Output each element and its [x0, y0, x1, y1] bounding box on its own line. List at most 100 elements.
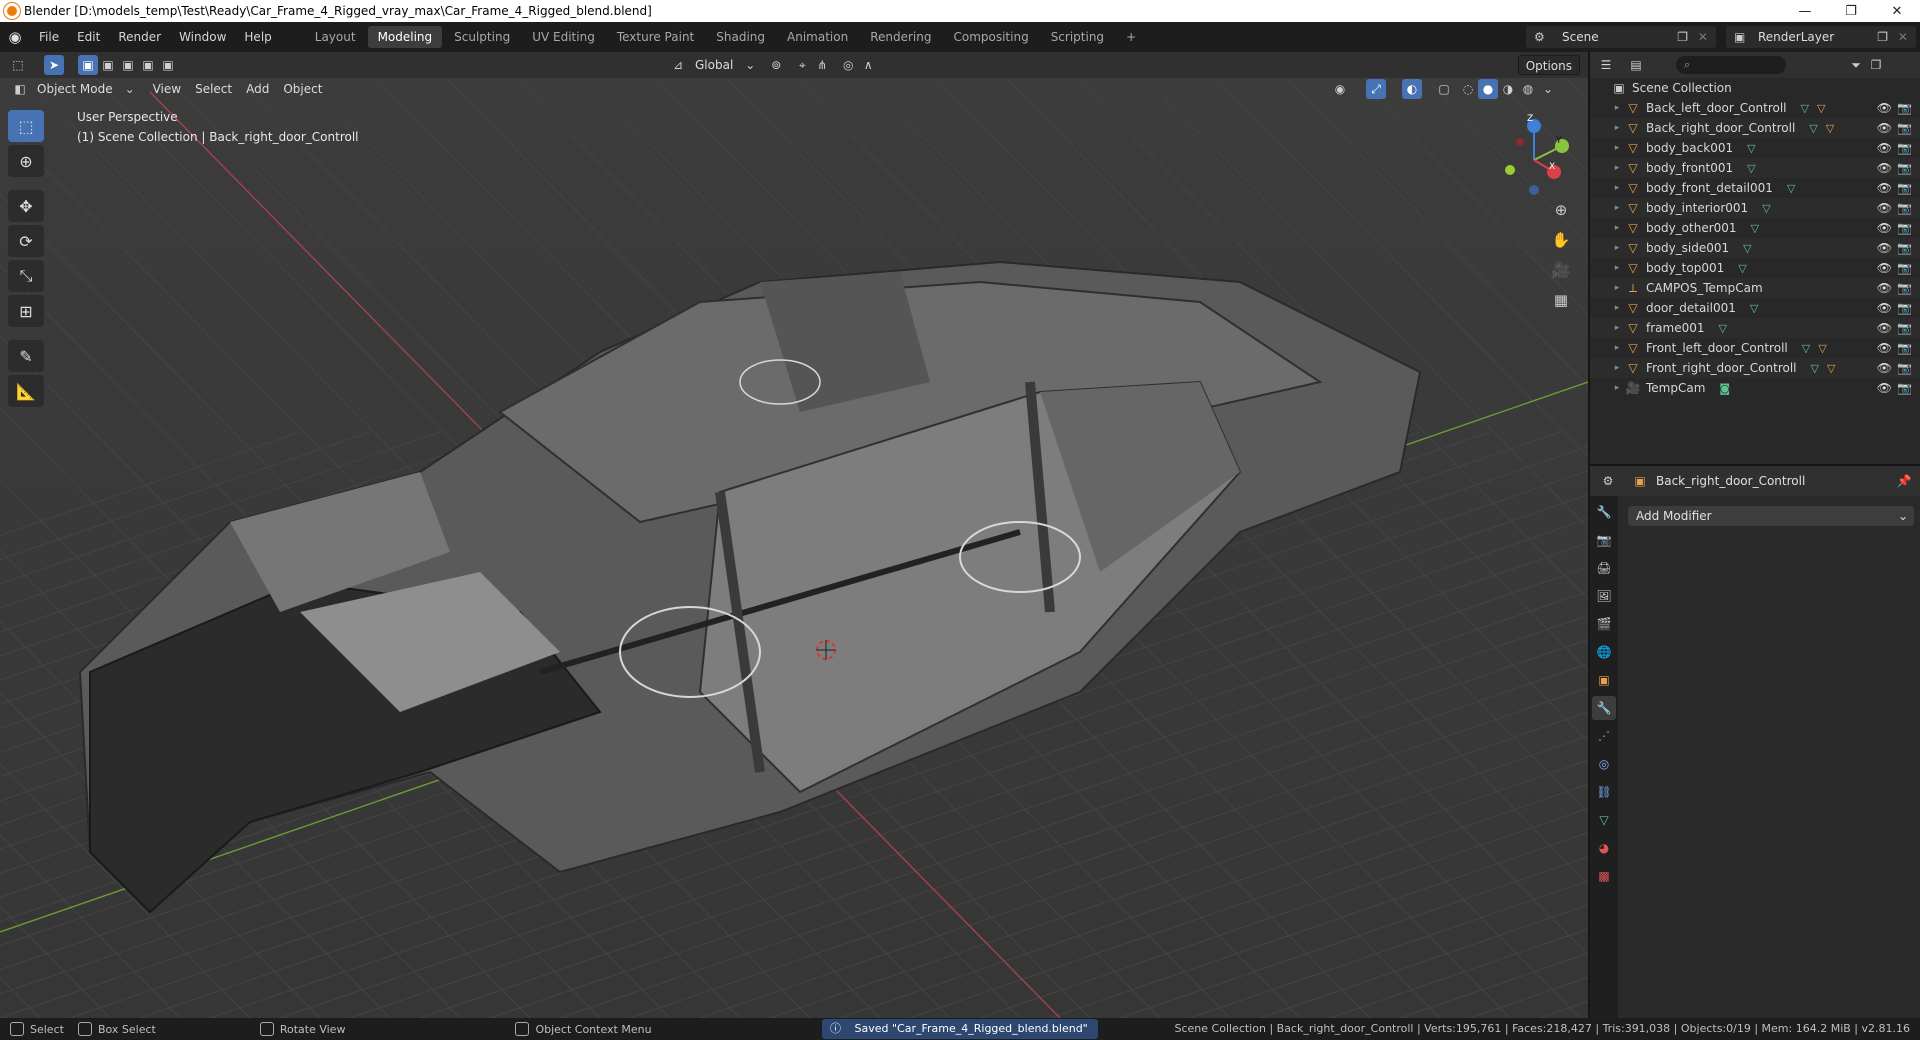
render-visibility-icon[interactable]: 📷 [1897, 301, 1912, 315]
outliner-item[interactable]: ▸ ▽ Back_right_door_Controll ▽ ▽ 👁 📷 [1590, 118, 1920, 138]
tab-texture-paint[interactable]: Texture Paint [607, 26, 704, 48]
render-visibility-icon[interactable]: 📷 [1897, 201, 1912, 215]
tab-animation[interactable]: Animation [777, 26, 858, 48]
expand-arrow-icon[interactable]: ▸ [1610, 123, 1624, 133]
snap-icon[interactable]: ⌖ [792, 55, 812, 75]
select-mode-icon[interactable]: ➤ [44, 55, 64, 75]
measure-tool[interactable]: 📐 [8, 375, 44, 407]
outliner-item[interactable]: ▸ 🎥 TempCam ◙ 👁 📷 [1590, 378, 1920, 398]
expand-arrow-icon[interactable]: ▸ [1610, 263, 1624, 273]
select-extend-icon[interactable]: ▣ [98, 55, 118, 75]
gizmo-toggle-icon[interactable]: ⤢ [1366, 79, 1386, 99]
expand-arrow-icon[interactable]: ▸ [1610, 363, 1624, 373]
annotate-tool[interactable]: ✎ [8, 340, 44, 372]
menu-window[interactable]: Window [170, 22, 235, 52]
outliner-item[interactable]: ▸ ▽ Back_left_door_Controll ▽ ▽ 👁 📷 [1590, 98, 1920, 118]
snap-target-icon[interactable]: ⋔ [812, 55, 832, 75]
outliner-item[interactable]: ▸ ▽ body_front001 ▽ 👁 📷 [1590, 158, 1920, 178]
visibility-eye-icon[interactable]: 👁 [1877, 181, 1892, 195]
visibility-eye-icon[interactable]: 👁 [1877, 161, 1892, 175]
rotate-tool[interactable]: ⟳ [8, 225, 44, 257]
expand-arrow-icon[interactable]: ▸ [1610, 163, 1624, 173]
visibility-eye-icon[interactable]: 👁 [1877, 341, 1892, 355]
xray-toggle-icon[interactable]: ▢ [1434, 79, 1454, 99]
select-subtract-icon[interactable]: ▣ [118, 55, 138, 75]
expand-arrow-icon[interactable]: ▸ [1610, 343, 1624, 353]
outliner-item[interactable]: ▸ ▽ Front_left_door_Controll ▽ ▽ 👁 📷 [1590, 338, 1920, 358]
tab-uv-editing[interactable]: UV Editing [522, 26, 605, 48]
mesh-data-icon[interactable]: ▽ [1801, 102, 1809, 115]
delete-render-layer-icon[interactable]: ✕ [1898, 30, 1908, 44]
armature-data-icon[interactable]: ▽ [1826, 122, 1834, 135]
mesh-data-icon[interactable]: ▽ [1762, 202, 1770, 215]
render-layer-selector[interactable]: ▣ RenderLayer ❐ ✕ [1726, 26, 1916, 48]
output-tab-icon[interactable]: 🖨 [1592, 556, 1616, 580]
visibility-eye-icon[interactable]: 👁 [1877, 201, 1892, 215]
options-dropdown[interactable]: Options [1517, 55, 1580, 75]
render-tab-icon[interactable]: 📷 [1592, 528, 1616, 552]
wireframe-shading-icon[interactable]: ◌ [1458, 79, 1478, 99]
3d-cursor[interactable] [816, 640, 836, 660]
render-visibility-icon[interactable]: 📷 [1897, 341, 1912, 355]
new-render-layer-icon[interactable]: ❐ [1877, 30, 1888, 44]
expand-arrow-icon[interactable]: ▸ [1610, 383, 1624, 393]
expand-arrow-icon[interactable]: ▸ [1610, 223, 1624, 233]
tab-scripting[interactable]: Scripting [1041, 26, 1114, 48]
material-tab-icon[interactable]: ◕ [1592, 836, 1616, 860]
tab-sculpting[interactable]: Sculpting [444, 26, 520, 48]
add-workspace-button[interactable]: + [1116, 26, 1146, 48]
particles-tab-icon[interactable]: ⋰ [1592, 724, 1616, 748]
pan-hand-icon[interactable]: ✋ [1547, 226, 1575, 254]
mesh-data-icon[interactable]: ▽ [1802, 342, 1810, 355]
visibility-eye-icon[interactable]: 👁 [1877, 121, 1892, 135]
select-box-tool[interactable]: ⬚ [8, 110, 44, 142]
visibility-filter-icon[interactable]: ◉ [1330, 79, 1350, 99]
tab-rendering[interactable]: Rendering [860, 26, 941, 48]
visibility-eye-icon[interactable]: 👁 [1877, 361, 1892, 375]
menu-edit[interactable]: Edit [68, 22, 109, 52]
outliner-item-label[interactable]: body_top001 [1646, 261, 1724, 275]
visibility-eye-icon[interactable]: 👁 [1877, 301, 1892, 315]
add-modifier-dropdown[interactable]: Add Modifier ⌄ [1628, 506, 1914, 526]
render-visibility-icon[interactable]: 📷 [1897, 121, 1912, 135]
mesh-data-icon[interactable]: ▽ [1719, 322, 1727, 335]
shading-options-icon[interactable]: ⌄ [1538, 79, 1558, 99]
scene-tab-icon[interactable]: 🎬 [1592, 612, 1616, 636]
overlay-toggle-icon[interactable]: ◐ [1402, 79, 1422, 99]
outliner-item[interactable]: ▸ ▽ body_top001 ▽ 👁 📷 [1590, 258, 1920, 278]
rendered-shading-icon[interactable]: ◍ [1518, 79, 1538, 99]
visibility-eye-icon[interactable]: 👁 [1877, 321, 1892, 335]
outliner-item-label[interactable]: CAMPOS_TempCam [1646, 281, 1763, 295]
outliner-item[interactable]: ▸ ▽ body_back001 ▽ 👁 📷 [1590, 138, 1920, 158]
texture-tab-icon[interactable]: ▩ [1592, 864, 1616, 888]
mesh-data-icon[interactable]: ▽ [1809, 122, 1817, 135]
tab-compositing[interactable]: Compositing [943, 26, 1038, 48]
scene-selector[interactable]: ⚙ Scene ❐ ✕ [1526, 26, 1716, 48]
constraints-tab-icon[interactable]: ⛓ [1592, 780, 1616, 804]
camera-view-icon[interactable]: 🎥 [1547, 256, 1575, 284]
tab-modeling[interactable]: Modeling [367, 26, 443, 48]
outliner-item-label[interactable]: frame001 [1646, 321, 1705, 335]
menu-help[interactable]: Help [235, 22, 280, 52]
menu-file[interactable]: File [30, 22, 68, 52]
mesh-data-icon[interactable]: ▽ [1743, 242, 1751, 255]
select-intersect-icon[interactable]: ▣ [158, 55, 178, 75]
pivot-point-icon[interactable]: ⊚ [766, 55, 786, 75]
modifier-tab-icon[interactable]: 🔧 [1592, 696, 1616, 720]
render-visibility-icon[interactable]: 📷 [1897, 181, 1912, 195]
expand-arrow-icon[interactable]: ▸ [1610, 183, 1624, 193]
outliner-item-label[interactable]: Back_left_door_Controll [1646, 101, 1787, 115]
editor-type-icon[interactable]: ⬚ [8, 55, 28, 75]
mesh-data-icon[interactable]: ▽ [1750, 302, 1758, 315]
visibility-eye-icon[interactable]: 👁 [1877, 101, 1892, 115]
outliner-item-label[interactable]: Back_right_door_Controll [1646, 121, 1795, 135]
proportional-edit-icon[interactable]: ◎ [838, 55, 858, 75]
armature-data-icon[interactable]: ▽ [1818, 342, 1826, 355]
properties-editor-type-icon[interactable]: ⚙ [1598, 471, 1618, 491]
outliner-item[interactable]: ▸ ▽ Front_right_door_Controll ▽ ▽ 👁 📷 [1590, 358, 1920, 378]
zoom-icon[interactable]: ⊕ [1547, 196, 1575, 224]
outliner-item-label[interactable]: Front_left_door_Controll [1646, 341, 1788, 355]
object-tab-icon[interactable]: ▣ [1592, 668, 1616, 692]
new-scene-icon[interactable]: ❐ [1677, 30, 1688, 44]
minimize-button[interactable]: — [1782, 0, 1828, 22]
